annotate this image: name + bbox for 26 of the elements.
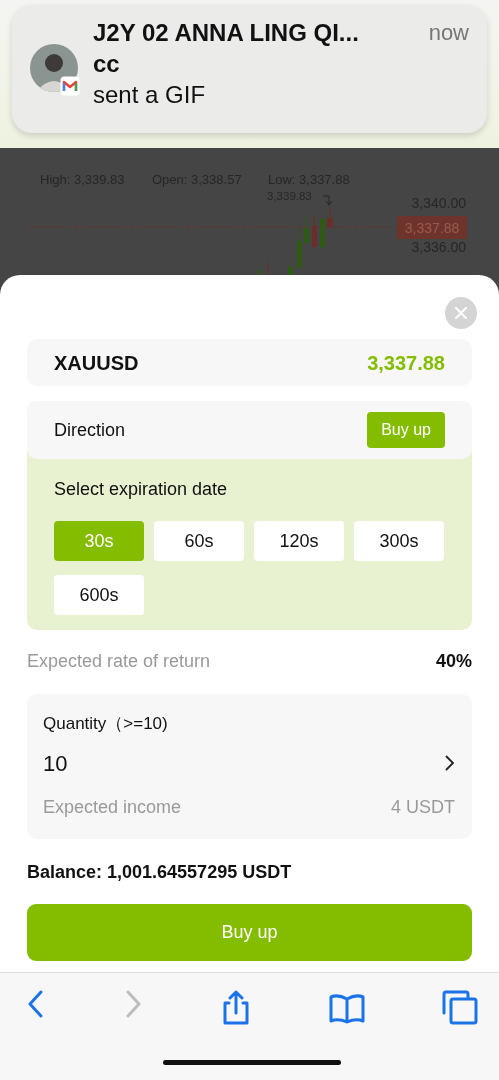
expiration-label: Select expiration date [54,478,229,501]
balance-text: Balance: 1,001.64557295 USDT [27,860,293,884]
duration-option[interactable]: 60s [154,521,244,561]
tabs-button[interactable] [441,989,479,1026]
direction-label: Direction [54,418,126,442]
income-value: 4 USDT [391,795,455,819]
quantity-label: Quantity（>=10) [43,713,169,735]
notification-title: cc [93,49,121,79]
symbol-price: 3,337.88 [367,350,445,376]
avatar [30,44,78,92]
symbol-name: XAUUSD [54,350,139,376]
duration-option[interactable]: 300s [354,521,444,561]
notification-message: sent a GIF [93,80,207,110]
peak-marker-icon [322,195,333,206]
income-label: Expected income [43,795,182,819]
return-label: Expected rate of return [27,650,211,673]
quantity-field[interactable]: 10 [43,746,163,780]
tabs-icon [441,989,479,1026]
notification-banner[interactable]: J2Y 02 ANNA LING QI... now cc sent a GIF [12,5,487,133]
close-icon [455,307,467,319]
sender-name: J2Y 02 ANNA LING QI... [93,18,359,48]
chevron-right-icon[interactable] [444,755,455,771]
notification-time: now [428,19,469,47]
return-value: 40% [435,650,472,673]
duration-option[interactable]: 120s [254,521,344,561]
duration-option[interactable]: 600s [54,575,144,615]
